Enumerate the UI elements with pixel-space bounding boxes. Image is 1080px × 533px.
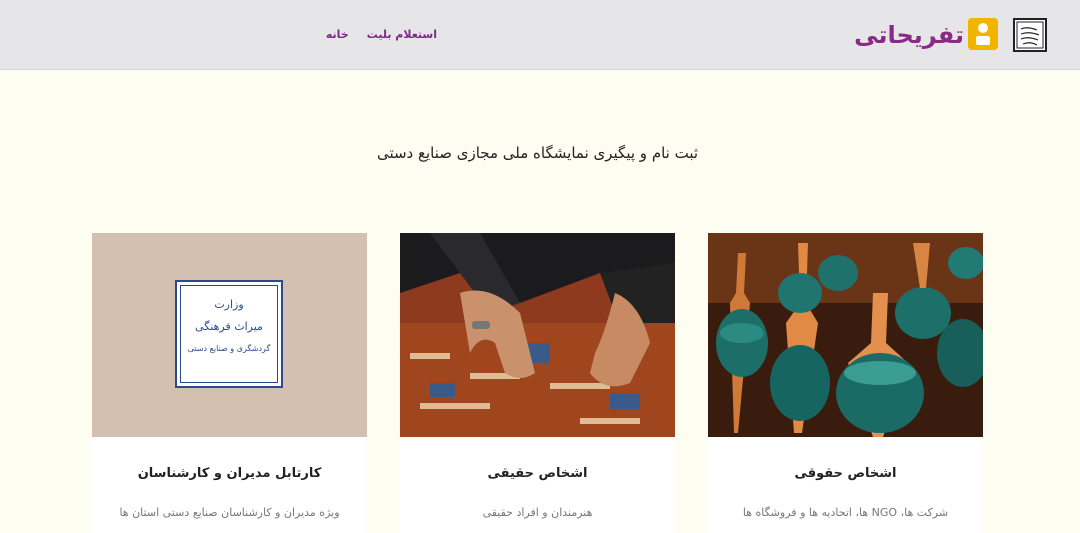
main-nav: خانه استعلام بلیت bbox=[326, 26, 437, 44]
nav-ticket-inquiry-link[interactable]: استعلام بلیت bbox=[367, 26, 437, 44]
card-description: هنرمندان و افراد حقیقی bbox=[482, 506, 593, 519]
card-legal-entities[interactable]: اشخاص حقوقی شرکت ها، NGO ها، اتحادیه ها … bbox=[708, 233, 983, 533]
ministry-logo: وزارت میراث فرهنگی گردشگری و صنایع دستی bbox=[175, 280, 283, 388]
page-title: ثبت نام و پیگیری نمایشگاه ملی مجازی صنای… bbox=[376, 144, 699, 162]
ministry-logo-line-1: وزارت bbox=[214, 298, 244, 311]
turquoise-copper-vases-photo bbox=[708, 233, 983, 437]
carpet-weaving-hands-photo bbox=[400, 233, 675, 437]
nav-home-link[interactable]: خانه bbox=[326, 26, 349, 44]
card-title: کارتابل مدیران و کارشناسان bbox=[137, 466, 322, 481]
card-description: شرکت ها، NGO ها، اتحادیه ها و فروشگاه ها bbox=[742, 506, 949, 519]
heritage-seal-logo[interactable] bbox=[1013, 18, 1047, 52]
card-title: اشخاص حقیقی bbox=[487, 466, 588, 481]
brand-ticket-icon bbox=[968, 18, 998, 50]
card-title: اشخاص حقوقی bbox=[794, 466, 897, 481]
site-header: تفریحاتی خانه استعلام بلیت bbox=[0, 0, 1080, 70]
card-managers-experts[interactable]: وزارت میراث فرهنگی گردشگری و صنایع دستی … bbox=[92, 233, 367, 533]
ministry-logo-panel: وزارت میراث فرهنگی گردشگری و صنایع دستی bbox=[92, 233, 367, 437]
ministry-logo-line-3: گردشگری و صنایع دستی bbox=[187, 344, 271, 353]
brand-name: تفریحاتی bbox=[854, 21, 964, 49]
card-description: ویژه مدیران و کارشناسان صنایع دستی استان… bbox=[119, 506, 340, 519]
ministry-logo-line-2: میراث فرهنگی bbox=[195, 320, 263, 333]
brand-logo[interactable]: تفریحاتی bbox=[854, 16, 1002, 54]
card-natural-persons[interactable]: اشخاص حقیقی هنرمندان و افراد حقیقی bbox=[400, 233, 675, 533]
